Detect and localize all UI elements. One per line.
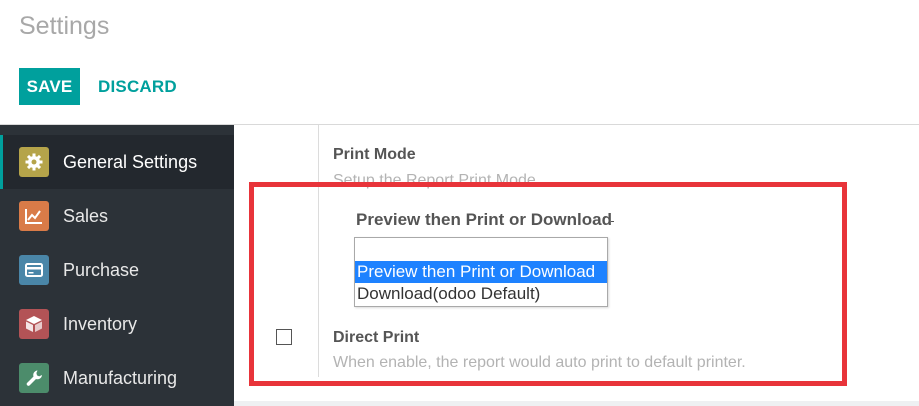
settings-sidebar: General Settings Sales Purchase Inventor…	[0, 125, 234, 406]
chart-icon	[19, 201, 49, 231]
sidebar-item-purchase[interactable]: Purchase	[0, 243, 234, 297]
print-mode-select[interactable]: Preview then Print or Download	[356, 210, 614, 230]
discard-button[interactable]: DISCARD	[98, 68, 177, 105]
sidebar-item-manufacturing[interactable]: Manufacturing	[0, 351, 234, 405]
direct-print-checkbox[interactable]	[276, 329, 292, 345]
sidebar-item-label: Purchase	[63, 259, 140, 280]
wrench-icon	[19, 363, 49, 393]
print-mode-dropdown: Preview then Print or Download Download(…	[354, 237, 608, 307]
credit-card-icon	[19, 255, 49, 285]
print-mode-description: Setup the Report Print Mode.	[333, 172, 541, 189]
save-button[interactable]: SAVE	[19, 68, 80, 105]
gear-icon	[19, 147, 49, 177]
page-title: Settings	[19, 12, 110, 40]
sidebar-item-sales[interactable]: Sales	[0, 189, 234, 243]
print-mode-title: Print Mode	[333, 146, 416, 163]
direct-print-description: When enable, the report would auto print…	[333, 354, 746, 371]
sidebar-item-label: General Settings	[63, 151, 198, 172]
setting-divider	[318, 125, 319, 377]
sidebar-item-inventory[interactable]: Inventory	[0, 297, 234, 351]
sidebar-item-label: Inventory	[63, 313, 138, 334]
footer-strip	[234, 401, 919, 406]
dropdown-search-input[interactable]	[355, 238, 607, 262]
direct-print-title: Direct Print	[333, 329, 420, 346]
box-icon	[19, 309, 49, 339]
dropdown-option-download[interactable]: Download(odoo Default)	[355, 283, 607, 305]
sidebar-item-label: Sales	[63, 205, 109, 226]
dropdown-option-preview[interactable]: Preview then Print or Download	[355, 261, 607, 283]
sidebar-item-general-settings[interactable]: General Settings	[0, 135, 234, 189]
sidebar-item-label: Manufacturing	[63, 367, 178, 388]
